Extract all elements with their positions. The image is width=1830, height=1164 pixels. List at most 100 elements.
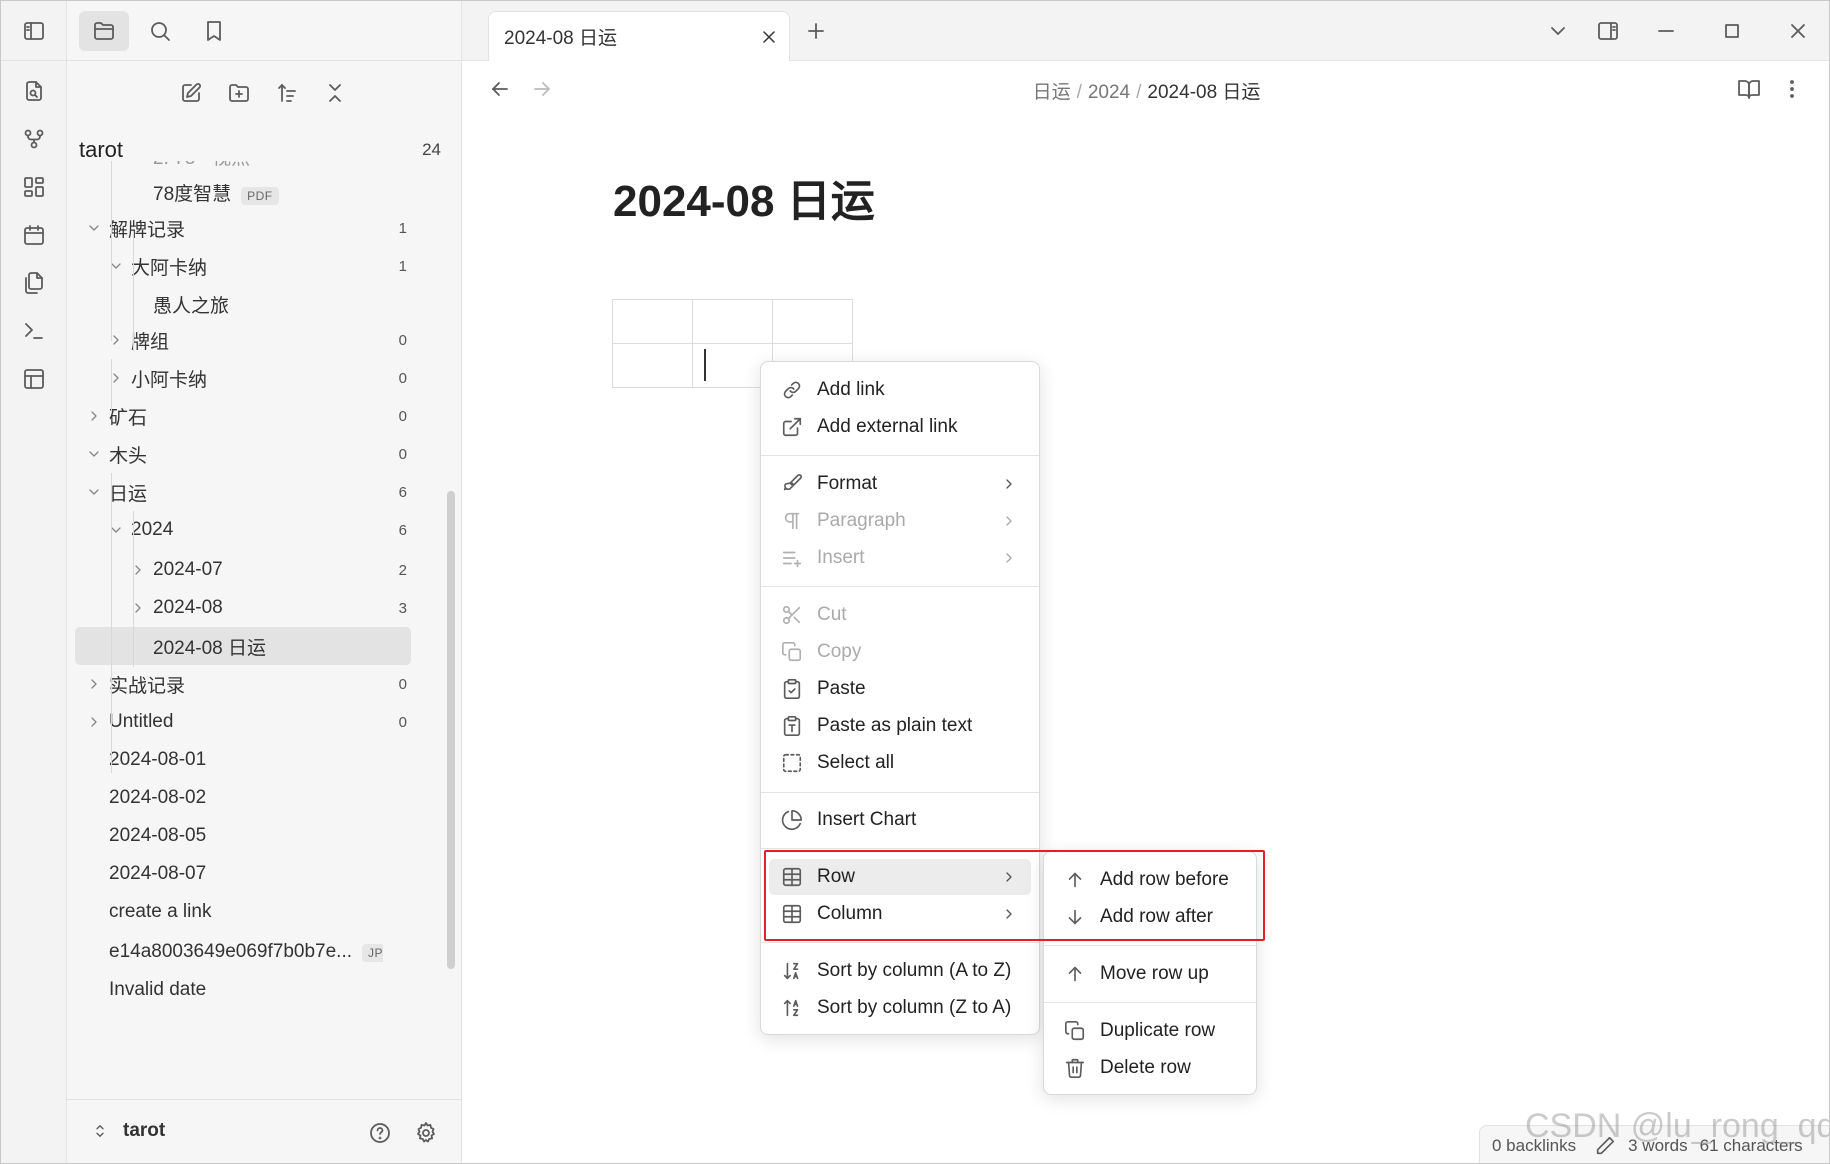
chevron-right-icon[interactable]	[83, 714, 105, 730]
menu-item-add-row-after[interactable]: Add row after	[1052, 899, 1248, 935]
new-note-button[interactable]	[171, 73, 211, 113]
chevron-right-icon[interactable]	[127, 562, 149, 578]
menu-item-row[interactable]: Row	[769, 859, 1031, 895]
quick-switcher-button[interactable]	[14, 71, 54, 111]
folder-item[interactable]: 2024 6	[67, 511, 407, 549]
menu-item-sort-by-column-a-to-z[interactable]: Sort by column (A to Z)	[769, 953, 1031, 989]
menu-item-insert[interactable]: Insert	[769, 540, 1031, 576]
tab-note[interactable]: 2024-08 日运	[488, 11, 790, 61]
folder-item[interactable]: 解牌记录 1	[67, 209, 407, 247]
sidebar-scrollbar[interactable]	[447, 491, 455, 969]
maximize-button[interactable]	[1712, 11, 1752, 51]
sort-button[interactable]	[267, 73, 307, 113]
chevron-right-icon[interactable]	[105, 332, 127, 348]
menu-item-add-link[interactable]: Add link	[769, 372, 1031, 408]
table-cell[interactable]	[692, 299, 773, 344]
file-item[interactable]: 2024-08-02	[67, 779, 407, 817]
collapse-all-button[interactable]	[315, 73, 355, 113]
folder-item[interactable]: 2024-07 2	[67, 551, 407, 589]
folder-item[interactable]: 日运 6	[67, 473, 407, 511]
chevron-right-icon[interactable]	[83, 676, 105, 692]
new-tab-button[interactable]	[796, 11, 836, 51]
folder-item[interactable]: 大阿卡纳 1	[67, 247, 407, 285]
menu-item-insert-chart[interactable]: Insert Chart	[769, 802, 1031, 838]
paintbrush-icon	[783, 474, 802, 491]
file-item[interactable]: 愚人之旅	[67, 285, 407, 323]
toggle-sidebar-button[interactable]	[14, 11, 54, 51]
folder-item[interactable]: 实战记录 0	[67, 665, 407, 703]
menu-item-copy[interactable]: Copy	[769, 634, 1031, 670]
vault-switcher[interactable]: tarot	[91, 1120, 165, 1142]
file-item[interactable]: create a link	[67, 893, 407, 931]
menu-item-duplicate-row[interactable]: Duplicate row	[1052, 1013, 1248, 1049]
graph-view-button[interactable]	[14, 119, 54, 159]
row-submenu: Add row before Add row after Move row up Du…	[1043, 851, 1257, 1095]
more-options-button[interactable]	[1772, 69, 1812, 109]
command-palette-button[interactable]	[14, 311, 54, 351]
menu-item-paste-as-plain-text[interactable]: Paste as plain text	[769, 708, 1031, 744]
minimize-button[interactable]	[1646, 11, 1686, 51]
menu-item-sort-by-column-z-to-a[interactable]: Sort by column (Z to A)	[769, 990, 1031, 1026]
help-button[interactable]	[363, 1116, 397, 1150]
tab-bookmarks[interactable]	[189, 11, 239, 51]
tree-item-count: 0	[398, 713, 407, 731]
file-type-badge: PDF	[241, 186, 279, 205]
table-cell[interactable]	[612, 299, 693, 344]
folder-item[interactable]: Untitled 0	[67, 703, 407, 741]
breadcrumb-item[interactable]: 日运	[1033, 82, 1071, 103]
tab-list-button[interactable]	[1538, 11, 1578, 51]
table-cell[interactable]	[612, 343, 693, 388]
menu-item-format[interactable]: Format	[769, 466, 1031, 502]
chevron-right-icon[interactable]	[83, 408, 105, 424]
menu-item-add-external-link[interactable]: Add external link	[769, 409, 1031, 445]
chevron-down-icon[interactable]	[105, 522, 127, 538]
templates-button[interactable]	[14, 263, 54, 303]
menu-item-add-row-before[interactable]: Add row before	[1052, 862, 1248, 898]
tree-item-count: 0	[398, 407, 407, 425]
folder-item[interactable]: 矿石 0	[67, 397, 407, 435]
table-cell[interactable]	[772, 299, 853, 344]
settings-button[interactable]	[409, 1116, 443, 1150]
menu-item-label: Add link	[817, 379, 885, 400]
breadcrumb-current[interactable]: 2024-08 日运	[1147, 82, 1260, 103]
tab-file-explorer[interactable]	[79, 11, 129, 51]
menu-item-move-row-up[interactable]: Move row up	[1052, 956, 1248, 992]
note-title[interactable]: 2024-08 日运	[613, 165, 875, 229]
menu-item-cut[interactable]: Cut	[769, 597, 1031, 633]
menu-item-paragraph[interactable]: Paragraph	[769, 503, 1031, 539]
file-item[interactable]: Invalid date	[67, 971, 407, 1009]
chevron-down-icon[interactable]	[83, 220, 105, 236]
chevron-right-icon[interactable]	[105, 370, 127, 386]
breadcrumb: 日运/2024/2024-08 日运	[462, 77, 1829, 104]
chevron-down-icon[interactable]	[83, 446, 105, 462]
folder-item[interactable]: 牌组 0	[67, 321, 407, 359]
menu-item-select-all[interactable]: Select all	[769, 745, 1031, 781]
chevron-right-icon[interactable]	[127, 600, 149, 616]
folder-item[interactable]: 小阿卡纳 0	[67, 359, 407, 397]
toggle-right-sidebar-button[interactable]	[1588, 11, 1628, 51]
reading-view-button[interactable]	[1729, 69, 1769, 109]
menu-item-column[interactable]: Column	[769, 896, 1031, 932]
breadcrumb-item[interactable]: 2024	[1088, 82, 1130, 103]
chevron-down-icon[interactable]	[83, 484, 105, 500]
layout-button[interactable]	[14, 359, 54, 399]
file-item[interactable]: 2024-08-01	[67, 741, 407, 779]
folder-item[interactable]: 木头 0	[67, 435, 407, 473]
file-item[interactable]: 2024-08 日运	[75, 627, 411, 665]
file-item[interactable]: 2024-08-05	[67, 817, 407, 855]
chevron-down-icon[interactable]	[105, 258, 127, 274]
canvas-button[interactable]	[14, 167, 54, 207]
pencil-icon[interactable]	[1594, 1135, 1616, 1157]
menu-item-delete-row[interactable]: Delete row	[1052, 1050, 1248, 1086]
file-item[interactable]: e14a8003649e069f7b0b7e... JPG	[67, 933, 407, 971]
file-item[interactable]: 2024-08-07	[67, 855, 407, 893]
folder-item[interactable]: 2024-08 3	[67, 589, 407, 627]
file-item[interactable]: 78度智慧 PDF	[67, 173, 407, 211]
daily-note-button[interactable]	[14, 215, 54, 255]
tab-close-button[interactable]	[749, 17, 789, 57]
menu-item-paste[interactable]: Paste	[769, 671, 1031, 707]
new-folder-button[interactable]	[219, 73, 259, 113]
close-window-button[interactable]	[1778, 11, 1818, 51]
tab-search[interactable]	[135, 11, 185, 51]
backlinks-count[interactable]: 0 backlinks	[1492, 1136, 1576, 1156]
